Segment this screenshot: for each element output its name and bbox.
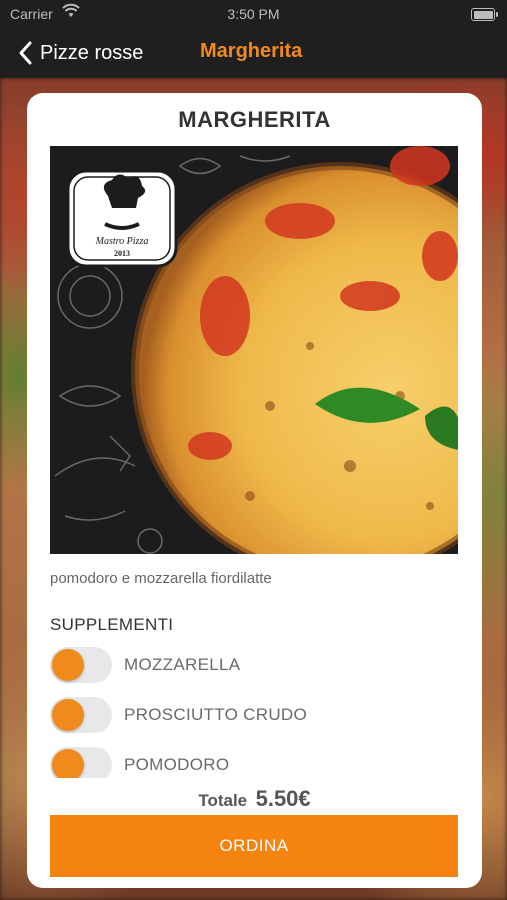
supplement-toggle-prosciutto-crudo[interactable] (50, 697, 112, 733)
clock: 3:50 PM (227, 6, 280, 22)
chevron-left-icon (19, 41, 32, 65)
supplement-label: MOZZARELLA (124, 655, 241, 674)
order-button[interactable]: ORDINA (50, 815, 458, 877)
back-label: Pizze rosse (40, 41, 144, 64)
supplement-toggle-mozzarella[interactable] (50, 647, 112, 683)
order-total: Totale 5.50€ (27, 786, 482, 812)
logo-year: 2013 (114, 249, 130, 258)
product-description: pomodoro e mozzarella fiordilatte (50, 570, 272, 587)
pizza-illustration (50, 146, 458, 554)
product-name: MARGHERITA (178, 107, 331, 132)
supplement-label: PROSCIUTTO CRUDO (124, 705, 307, 724)
supplement-row: POMODORO (50, 747, 450, 778)
supplement-row: MOZZARELLA (50, 647, 450, 683)
total-label: Totale (198, 791, 248, 810)
toggle-knob (52, 649, 84, 681)
total-amount: 5.50€ (255, 786, 311, 811)
supplement-label: POMODORO (124, 755, 230, 774)
supplements-title: SUPPLEMENTI (50, 615, 174, 634)
pizza-photo: Mastro Pizza 2013 (50, 146, 458, 554)
supplement-row: PROSCIUTTO CRUDO (50, 697, 450, 733)
battery-icon (471, 8, 498, 21)
nav-title: Margherita (200, 40, 303, 62)
navigation-bar: Pizze rosse Margherita (0, 28, 507, 78)
status-bar: Carrier 3:50 PM (0, 0, 507, 28)
back-button[interactable]: Pizze rosse (14, 38, 143, 68)
logo-text: Mastro Pizza (95, 236, 149, 247)
supplement-toggle-pomodoro[interactable] (50, 747, 112, 778)
toggle-knob (52, 749, 84, 778)
product-card: MARGHERITA Mastro Pizza 2013 pomodoro e … (27, 93, 482, 888)
toggle-knob (52, 699, 84, 731)
